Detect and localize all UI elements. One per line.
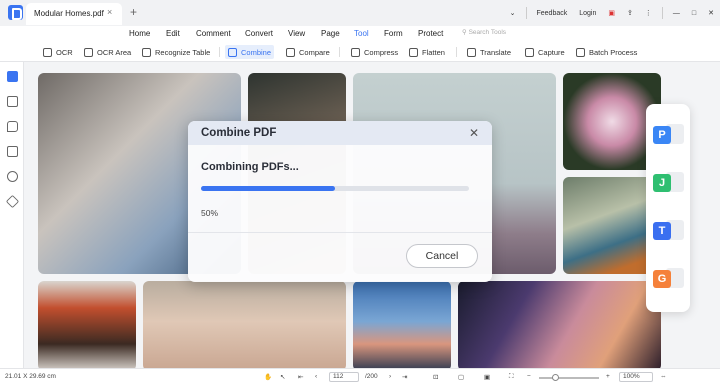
tool-recognize-table[interactable]: Recognize Table [139, 45, 213, 59]
menu-edit[interactable]: Edit [166, 29, 180, 38]
minimize-icon[interactable]: — [673, 10, 680, 17]
format-panel: P J T G [646, 104, 690, 312]
divider [219, 47, 220, 57]
main-menu: Home Edit Comment Convert View Page Tool… [0, 26, 720, 44]
tool-ocr-area[interactable]: OCR Area [81, 45, 134, 59]
page-layout-icon[interactable]: ▣ [484, 373, 490, 381]
search-icon: ⚲ [462, 29, 469, 36]
upload-icon[interactable]: ⇪ [627, 9, 633, 17]
title-bar: Modular Homes.pdf × + ⌄ Feedback Login ▣… [0, 0, 720, 26]
fit-page-icon[interactable]: ⊡ [433, 373, 438, 381]
progress-percent: 50% [201, 208, 219, 218]
tool-ribbon: OCR OCR Area Recognize Table Combine Com… [0, 42, 720, 62]
app-logo-icon [8, 5, 23, 20]
status-bar: 21.01 X 29.69 cm ✋ ↖ ⇤ ‹ 112 /200 › ⇥ ⊡ … [0, 368, 720, 385]
search-icon[interactable] [7, 171, 18, 182]
tool-combine[interactable]: Combine [225, 45, 275, 59]
tool-compress[interactable]: Compress [348, 45, 401, 59]
divider [339, 47, 340, 57]
zoom-in-icon[interactable]: + [606, 373, 610, 380]
feedback-link[interactable]: Feedback [537, 10, 568, 17]
close-window-icon[interactable]: ✕ [708, 9, 714, 17]
notification-icon[interactable]: ▣ [608, 9, 615, 17]
tool-ocr[interactable]: OCR [40, 45, 76, 59]
divider [456, 47, 457, 57]
new-tab-icon[interactable]: + [130, 5, 137, 19]
divider [661, 7, 663, 19]
combine-icon [228, 47, 237, 57]
tool-batch-process[interactable]: Batch Process [573, 45, 640, 59]
menu-protect[interactable]: Protect [418, 29, 443, 38]
menu-form[interactable]: Form [384, 29, 403, 38]
layers-icon[interactable] [5, 194, 20, 209]
compress-icon [351, 47, 360, 57]
fit-width-icon[interactable]: ⇔ [660, 373, 667, 380]
combine-pdf-dialog: Combine PDF ✕ Combining PDFs... 50% Canc… [188, 121, 492, 282]
ocr-area-icon [84, 47, 93, 57]
zoom-slider-handle[interactable] [552, 374, 559, 381]
menu-view[interactable]: View [288, 29, 305, 38]
tool-compare[interactable]: Compare [283, 45, 333, 59]
dialog-title: Combine PDF [201, 127, 277, 139]
menu-convert[interactable]: Convert [245, 29, 273, 38]
batch-process-icon [576, 47, 585, 57]
single-page-icon[interactable]: ▢ [458, 373, 464, 381]
tool-flatten[interactable]: Flatten [406, 45, 448, 59]
menu-comment[interactable]: Comment [196, 29, 231, 38]
prev-page-icon[interactable]: ‹ [315, 373, 317, 380]
first-page-icon[interactable]: ⇤ [298, 373, 303, 381]
photo-seaside-sunset [353, 281, 451, 368]
page-number-input[interactable]: 112 [329, 372, 359, 382]
more-menu-icon[interactable]: ⋮ [645, 9, 652, 17]
search-tools-input[interactable]: ⚲ Search Tools [462, 28, 506, 36]
cancel-button[interactable]: Cancel [406, 244, 478, 268]
tab-close-icon[interactable]: × [107, 7, 112, 17]
ocr-icon [43, 47, 52, 57]
translate-icon [467, 47, 476, 57]
document-tab-title: Modular Homes.pdf [34, 9, 104, 18]
page-dimensions: 21.01 X 29.69 cm [5, 373, 56, 380]
menu-tool[interactable]: Tool [354, 29, 369, 44]
divider [525, 7, 527, 19]
compare-icon [286, 47, 295, 57]
divider [188, 232, 492, 233]
dialog-message: Combining PDFs... [201, 161, 299, 173]
image-format-icon[interactable]: J [653, 174, 671, 192]
flatten-icon [409, 47, 418, 57]
close-icon[interactable]: ✕ [469, 126, 479, 140]
text-format-icon[interactable]: T [653, 222, 671, 240]
chevron-down-icon[interactable]: ⌄ [510, 9, 516, 17]
photo-woman-portrait [143, 281, 346, 368]
hand-tool-icon[interactable]: ✋ [264, 373, 272, 381]
zoom-out-icon[interactable]: − [527, 373, 531, 380]
dialog-header: Combine PDF ✕ [188, 121, 492, 145]
capture-icon [525, 47, 534, 57]
bookmark-icon[interactable] [7, 96, 18, 107]
tool-translate[interactable]: Translate [464, 45, 514, 59]
left-sidebar [0, 62, 24, 368]
page-total: /200 [365, 373, 378, 380]
progress-fill [201, 186, 335, 191]
photo-woman-headwrap [38, 281, 136, 368]
attachment-icon[interactable] [7, 146, 18, 157]
tool-capture[interactable]: Capture [522, 45, 568, 59]
window-controls: ⌄ Feedback Login ▣ ⇪ ⋮ — □ ✕ [504, 0, 720, 26]
next-page-icon[interactable]: › [389, 373, 391, 380]
ppt-format-icon[interactable]: P [653, 126, 671, 144]
select-tool-icon[interactable]: ↖ [280, 373, 285, 381]
table-icon [142, 47, 151, 57]
comment-icon[interactable] [7, 121, 18, 132]
zoom-slider[interactable] [539, 377, 599, 379]
zoom-level-select[interactable]: 100% [619, 372, 653, 382]
menu-home[interactable]: Home [129, 29, 150, 38]
menu-page[interactable]: Page [321, 29, 340, 38]
graphic-format-icon[interactable]: G [653, 270, 671, 288]
maximize-icon[interactable]: □ [692, 10, 696, 17]
full-screen-icon[interactable]: ⛶ [509, 373, 514, 381]
login-link[interactable]: Login [579, 10, 596, 17]
last-page-icon[interactable]: ⇥ [402, 373, 407, 381]
photo-canyon [458, 281, 661, 368]
thumbnails-icon[interactable] [7, 71, 18, 82]
progress-bar [201, 186, 469, 191]
